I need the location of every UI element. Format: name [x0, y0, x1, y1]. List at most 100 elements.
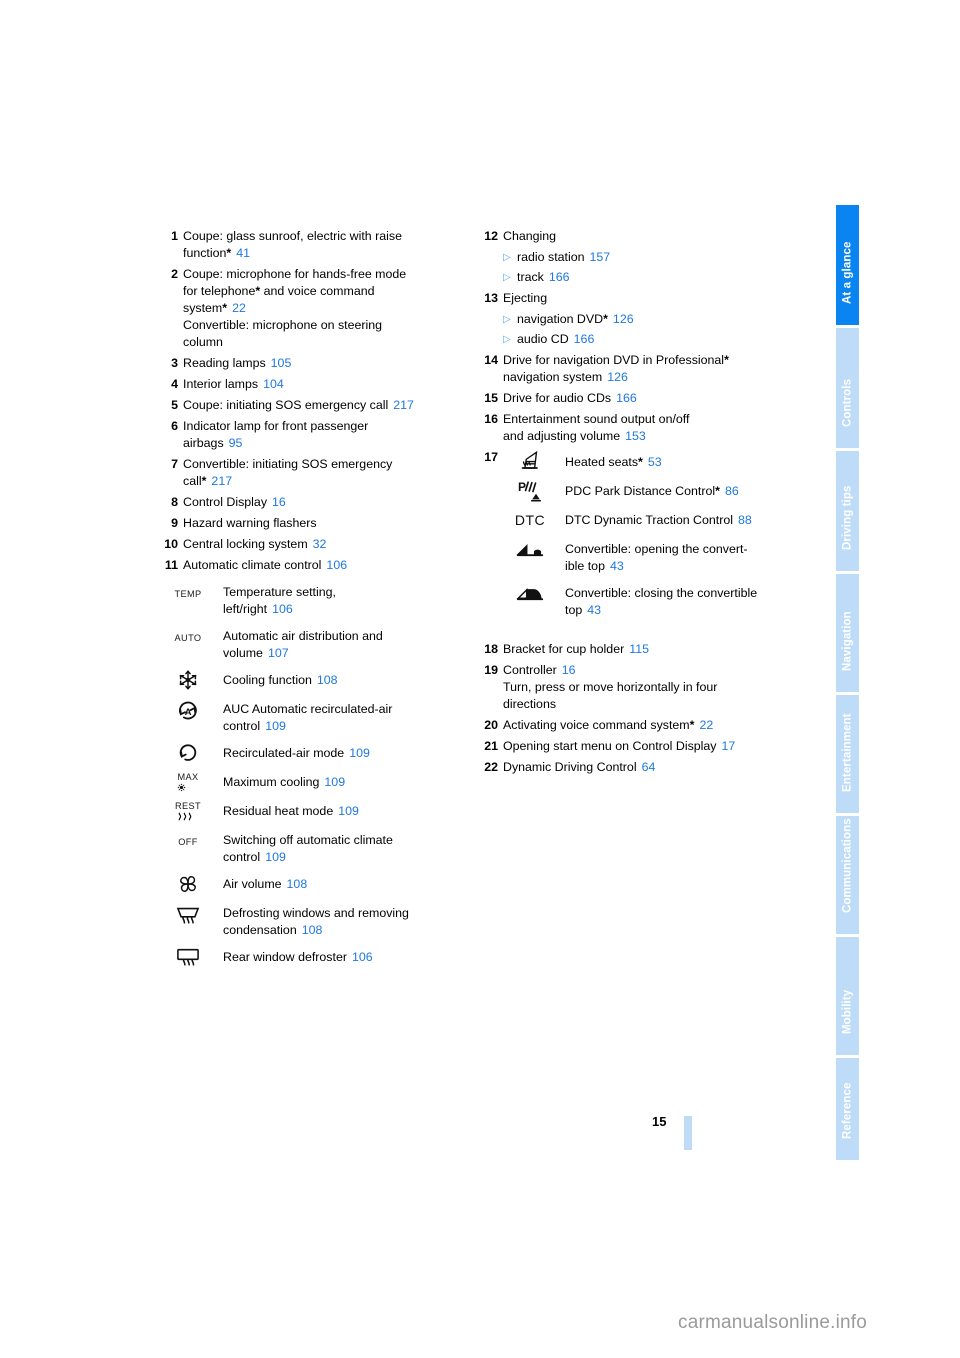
- control-row-text: Heated seats* 53: [565, 451, 662, 471]
- sidebar-tab-navigation[interactable]: Navigation: [836, 574, 859, 692]
- temp-icon: TEMP: [161, 581, 223, 607]
- legend-item-body: Central locking system 32: [183, 536, 471, 553]
- legend-item-body: Bracket for cup holder 115: [503, 641, 791, 658]
- climate-text: Automatic air distribution and: [223, 629, 383, 643]
- climate-text: Temperature setting,: [223, 585, 336, 599]
- page-ref[interactable]: 166: [616, 391, 637, 405]
- legend-item-text: Dynamic Driving Control: [503, 760, 637, 774]
- page-ref[interactable]: 157: [590, 250, 611, 264]
- legend-item-text: Control Display: [183, 495, 268, 509]
- page-ref[interactable]: 108: [317, 673, 338, 687]
- page-number-bar: [684, 1116, 692, 1150]
- page-ref[interactable]: 32: [313, 537, 327, 551]
- legend-item-5: 5 Coupe: initiating SOS emergency call 21…: [161, 397, 471, 414]
- control-text: PDC Park Distance Control: [565, 484, 716, 498]
- legend-item-8: 8 Control Display 16: [161, 494, 471, 511]
- page-ref[interactable]: 126: [613, 312, 634, 326]
- sidebar-tab-reference[interactable]: Reference: [836, 1058, 859, 1160]
- page-ref[interactable]: 41: [236, 246, 250, 260]
- legend-item-text: system: [183, 301, 223, 315]
- legend-item-number: 5: [171, 398, 178, 412]
- legend-item-text: Turn, press or move horizontally in four: [503, 680, 718, 694]
- dtc-icon: DTC: [503, 509, 565, 531]
- page-ref[interactable]: 16: [562, 663, 576, 677]
- page-ref[interactable]: 106: [272, 602, 293, 616]
- sidebar-tab-driving-tips[interactable]: Driving tips: [836, 451, 859, 571]
- page-ref[interactable]: 153: [625, 429, 646, 443]
- control-row-text: Convertible: closing the convertible top…: [565, 582, 757, 619]
- legend-item-body: Coupe: microphone for hands-free mode fo…: [183, 266, 471, 351]
- legend-item-9: 9 Hazard warning flashers: [161, 515, 471, 532]
- page-ref[interactable]: 109: [349, 746, 370, 760]
- legend-item-text: Convertible: microphone on steering: [183, 318, 383, 332]
- legend-item-text: Bracket for cup holder: [503, 642, 625, 656]
- legend-item-text: Central locking system: [183, 537, 308, 551]
- page-ref[interactable]: 217: [393, 398, 414, 412]
- sidebar-tab-mobility[interactable]: Mobility: [836, 937, 859, 1055]
- page-ref[interactable]: 126: [607, 370, 628, 384]
- page-ref[interactable]: 22: [699, 718, 713, 732]
- legend-item-number: 20: [484, 718, 498, 732]
- legend-item-body: Reading lamps 105: [183, 355, 471, 372]
- page-ref[interactable]: 22: [232, 301, 246, 315]
- climate-row-auc: A AUC Automatic recirculated-air control…: [161, 698, 471, 735]
- page-ref[interactable]: 16: [272, 495, 286, 509]
- heated-seat-icon: [503, 450, 565, 473]
- climate-row-text: Air volume 108: [223, 873, 307, 893]
- legend-item-number: 13: [484, 291, 498, 305]
- page-ref[interactable]: 109: [265, 719, 286, 733]
- sidebar-tab-communications[interactable]: Communications: [836, 816, 859, 934]
- page-ref[interactable]: 217: [211, 474, 232, 488]
- sidebar-tab-at-a-glance[interactable]: At a glance: [836, 205, 859, 325]
- climate-text: Cooling function: [223, 673, 312, 687]
- legend-item-17: 17 Heated seats* 53 P PDC Park Distance …: [481, 449, 791, 619]
- legend-item-number: 18: [484, 642, 498, 656]
- legend-item-body: Activating voice command system* 22: [503, 717, 791, 734]
- page-ref[interactable]: 106: [352, 950, 373, 964]
- legend-item-13: 13 Ejecting: [481, 290, 791, 307]
- control-row-convertible-open: Convertible: opening the convert- ible t…: [503, 538, 791, 575]
- page-ref[interactable]: 86: [725, 484, 739, 498]
- off-icon-label: OFF: [178, 837, 198, 847]
- sidebar-tab-label: Driving tips: [840, 485, 853, 550]
- page-ref[interactable]: 64: [642, 760, 656, 774]
- page-ref[interactable]: 106: [326, 558, 347, 572]
- page-ref[interactable]: 115: [629, 642, 649, 656]
- climate-row-text: Maximum cooling 109: [223, 771, 345, 791]
- page-ref[interactable]: 43: [587, 603, 601, 617]
- page-ref[interactable]: 105: [271, 356, 292, 370]
- legend-item-text: Ejecting: [503, 291, 548, 305]
- control-row-text: DTC Dynamic Traction Control 88: [565, 509, 752, 529]
- page-ref[interactable]: 43: [610, 559, 624, 573]
- climate-row-text: Recirculated-air mode 109: [223, 742, 370, 762]
- legend-column-right: 12 Changing ▷ radio station 157 ▷ track 16…: [481, 228, 791, 780]
- page-ref[interactable]: 53: [648, 455, 662, 469]
- legend-item-body: Heated seats* 53 P PDC Park Distance Cont…: [503, 449, 791, 619]
- triangle-bullet-icon: ▷: [503, 252, 511, 263]
- heat-waves-glyph: [175, 812, 201, 821]
- max-icon-label: MAX: [177, 772, 199, 782]
- page-ref[interactable]: 88: [738, 513, 752, 527]
- snowflake-icon: [161, 669, 223, 691]
- sidebar-tab-label: Navigation: [840, 610, 853, 671]
- page-ref[interactable]: 107: [268, 646, 289, 660]
- sidebar-tab-controls[interactable]: Controls: [836, 328, 859, 448]
- page-ref[interactable]: 109: [265, 850, 286, 864]
- legend-item-text: directions: [503, 697, 557, 711]
- legend-item-text: for telephone: [183, 284, 256, 298]
- page-ref[interactable]: 109: [338, 804, 359, 818]
- legend-item-number: 4: [171, 377, 178, 391]
- page-ref[interactable]: 109: [324, 775, 345, 789]
- legend-item-body: Hazard warning flashers: [183, 515, 471, 532]
- page-ref[interactable]: 104: [263, 377, 284, 391]
- page-ref[interactable]: 17: [722, 739, 736, 753]
- page-ref[interactable]: 95: [229, 436, 243, 450]
- climate-text: Switching off automatic climate: [223, 833, 393, 847]
- page-ref[interactable]: 108: [302, 923, 323, 937]
- page-ref[interactable]: 166: [549, 270, 570, 284]
- legend-item-21: 21 Opening start menu on Control Display…: [481, 738, 791, 755]
- legend-item-body: Coupe: initiating SOS emergency call 217: [183, 397, 471, 414]
- page-ref[interactable]: 166: [574, 332, 595, 346]
- page-ref[interactable]: 108: [287, 877, 308, 891]
- sidebar-tab-entertainment[interactable]: Entertainment: [836, 695, 859, 813]
